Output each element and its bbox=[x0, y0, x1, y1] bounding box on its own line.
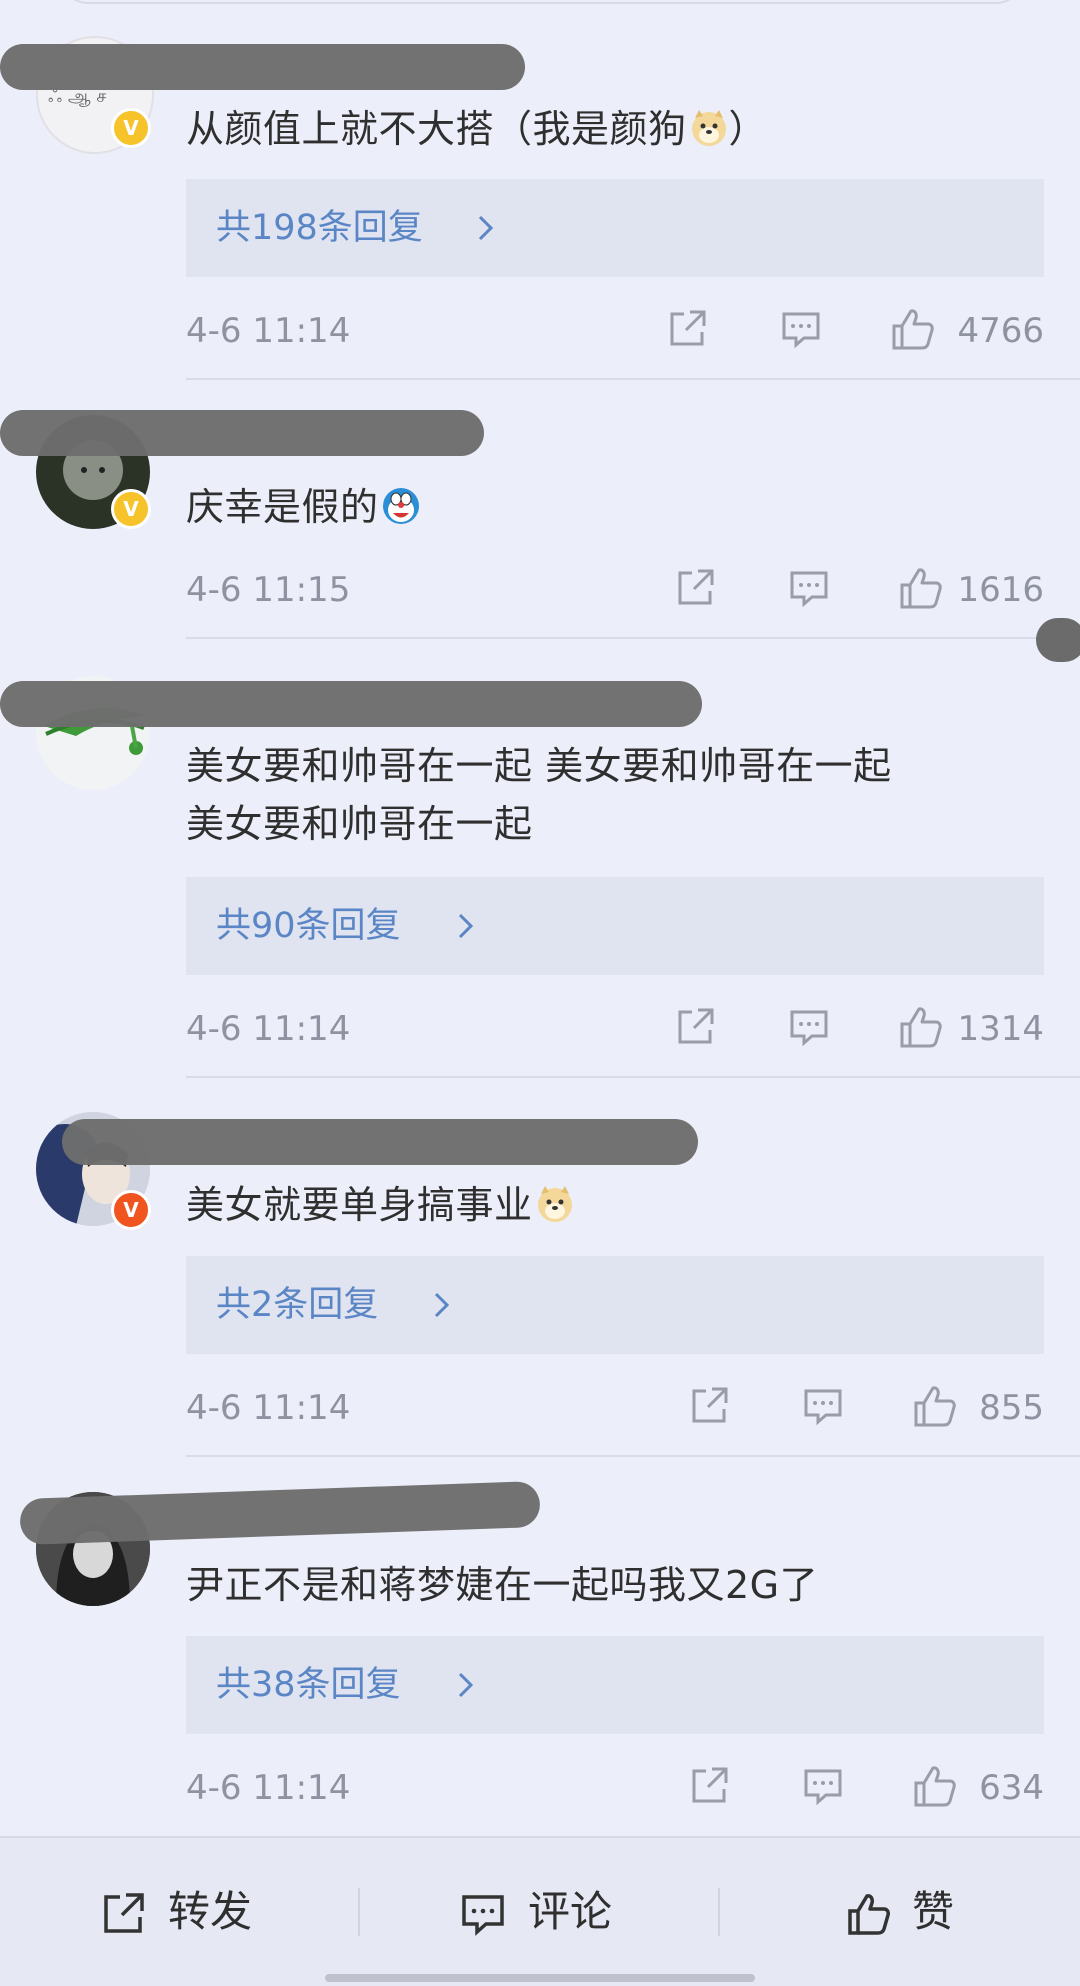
divider bbox=[186, 378, 1080, 380]
redacted-username bbox=[0, 681, 702, 727]
chevron-right-icon bbox=[434, 1292, 450, 1318]
redacted-username bbox=[19, 1480, 541, 1546]
thumbs-up-icon[interactable] bbox=[912, 1383, 958, 1429]
repost-button[interactable]: 转发 bbox=[0, 1838, 358, 1986]
thumbs-up-icon[interactable] bbox=[898, 1004, 944, 1050]
share-icon bbox=[104, 1893, 144, 1933]
thumbs-up-icon[interactable] bbox=[912, 1763, 958, 1809]
thumbs-up-icon[interactable] bbox=[898, 565, 944, 611]
vip-badge-icon: V bbox=[111, 1190, 151, 1230]
comment-button[interactable]: 评论 bbox=[360, 1838, 718, 1986]
replies-link[interactable]: 共2条回复 bbox=[186, 1256, 1044, 1354]
comment-text: 尹正不是和蒋梦婕在一起吗我又2G了 bbox=[186, 1563, 819, 1607]
divider bbox=[186, 1455, 1080, 1457]
repost-label: 转发 bbox=[168, 1887, 253, 1936]
doge-emoji-icon bbox=[537, 1186, 572, 1222]
share-icon[interactable] bbox=[688, 1765, 730, 1807]
like-button[interactable]: 赞 bbox=[720, 1838, 1080, 1986]
timestamp: 4-6 11:14 bbox=[186, 1388, 351, 1428]
verified-badge-icon: V bbox=[111, 108, 151, 148]
comment-icon[interactable] bbox=[802, 1765, 844, 1807]
replies-link[interactable]: 共90条回复 bbox=[186, 877, 1044, 975]
like-count: 634 bbox=[979, 1768, 1044, 1808]
chevron-right-icon bbox=[458, 913, 474, 939]
share-icon[interactable] bbox=[666, 308, 708, 350]
verified-badge-icon: V bbox=[111, 489, 151, 529]
share-icon[interactable] bbox=[674, 1006, 716, 1048]
scroll-indicator[interactable] bbox=[1036, 618, 1080, 662]
like-count: 1616 bbox=[957, 570, 1044, 610]
like-count: 855 bbox=[979, 1388, 1044, 1428]
comment-label: 评论 bbox=[528, 1887, 613, 1936]
timestamp: 4-6 11:14 bbox=[186, 1009, 351, 1049]
comment-text: 从颜值上就不大搭（我是颜狗） bbox=[186, 107, 768, 151]
comment-icon[interactable] bbox=[788, 1006, 830, 1048]
replies-link[interactable]: 共38条回复 bbox=[186, 1636, 1044, 1734]
timestamp: 4-6 11:14 bbox=[186, 311, 351, 351]
like-count: 1314 bbox=[957, 1009, 1044, 1049]
comment-icon bbox=[462, 1895, 504, 1936]
share-icon[interactable] bbox=[688, 1385, 730, 1427]
bottom-action-bar: 转发 评论 赞 bbox=[0, 1836, 1080, 1986]
doge-emoji-icon bbox=[691, 110, 726, 146]
thumbs-up-icon[interactable] bbox=[890, 306, 936, 352]
previous-card-edge bbox=[60, 0, 1024, 4]
redacted-username bbox=[0, 44, 525, 90]
comment-text: 美女要和帅哥在一起 美女要和帅哥在一起 美女要和帅哥在一起 bbox=[186, 744, 892, 846]
divider bbox=[186, 637, 1080, 639]
doraemon-emoji-icon bbox=[382, 488, 419, 524]
like-count: 4766 bbox=[957, 311, 1044, 351]
chevron-right-icon bbox=[478, 215, 494, 241]
chevron-right-icon bbox=[458, 1672, 474, 1698]
comment-text: 庆幸是假的 bbox=[186, 478, 1056, 536]
like-label: 赞 bbox=[912, 1887, 955, 1936]
home-indicator bbox=[325, 1974, 755, 1982]
replies-link[interactable]: 共198条回复 bbox=[186, 179, 1044, 277]
timestamp: 4-6 11:14 bbox=[186, 1768, 351, 1808]
comment-icon[interactable] bbox=[802, 1385, 844, 1427]
share-icon[interactable] bbox=[674, 567, 716, 609]
divider bbox=[186, 1076, 1080, 1078]
comment-icon[interactable] bbox=[780, 308, 822, 350]
redacted-username bbox=[62, 1119, 698, 1165]
redacted-username bbox=[0, 410, 484, 456]
comment-text: 美女就要单身搞事业 bbox=[186, 1176, 1056, 1234]
comment-icon[interactable] bbox=[788, 567, 830, 609]
thumbs-up-icon bbox=[848, 1894, 890, 1935]
timestamp: 4-6 11:15 bbox=[186, 570, 351, 610]
